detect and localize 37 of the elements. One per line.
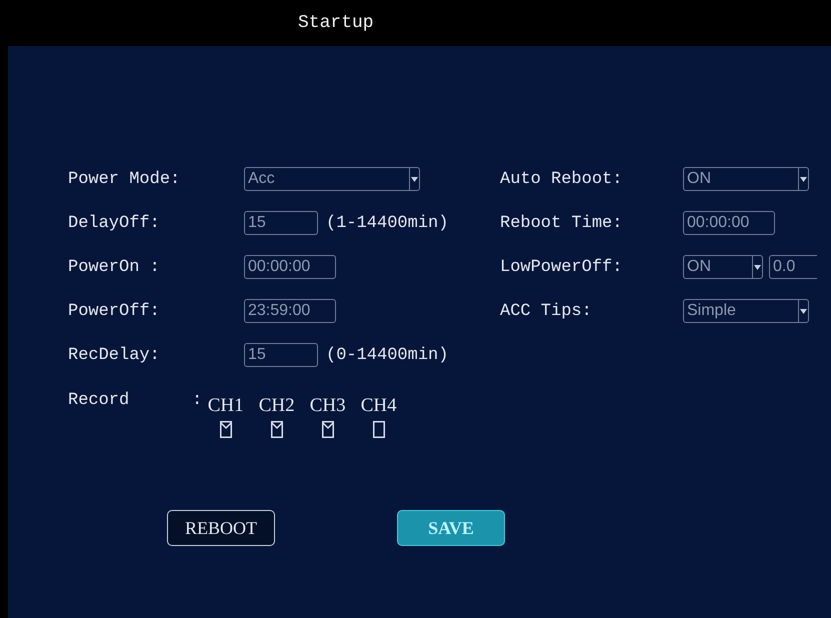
input-field[interactable]: 15 bbox=[244, 211, 318, 235]
time-field[interactable]: 00:00:00 bbox=[244, 255, 336, 279]
field-label: DelayOff: bbox=[68, 214, 161, 232]
channel-label: CH4 bbox=[360, 395, 397, 417]
field-label: PowerOff: bbox=[68, 302, 161, 320]
input-field[interactable]: 0.0 bbox=[769, 255, 817, 279]
field-label: ACC Tips: bbox=[500, 302, 593, 320]
checkbox[interactable] bbox=[220, 421, 232, 438]
channel-label: CH1 bbox=[208, 395, 244, 417]
window-title: Startup bbox=[298, 13, 374, 33]
field-label: Record bbox=[68, 391, 130, 410]
channel-label: CH2 bbox=[258, 395, 295, 417]
reboot-button[interactable]: REBOOT bbox=[167, 510, 275, 546]
input-field[interactable]: 15 bbox=[244, 343, 318, 367]
time-field[interactable]: 23:59:00 bbox=[244, 299, 336, 323]
checkbox[interactable] bbox=[372, 421, 385, 438]
checkbox[interactable] bbox=[270, 421, 283, 438]
caret-icon bbox=[798, 300, 808, 322]
dropdown[interactable]: Acc bbox=[244, 167, 420, 191]
range-hint: (0-14400min) bbox=[326, 346, 448, 364]
field-label: Power Mode: bbox=[68, 170, 182, 188]
caret-icon bbox=[409, 168, 419, 190]
dropdown[interactable]: ON bbox=[683, 255, 763, 279]
field-label: LowPowerOff: bbox=[500, 258, 624, 276]
field-label: PowerOn : bbox=[68, 258, 161, 276]
time-field[interactable]: 00:00:00 bbox=[683, 211, 775, 235]
caret-icon bbox=[798, 168, 808, 190]
field-label: RecDelay: bbox=[68, 346, 161, 364]
dropdown[interactable]: ON bbox=[683, 167, 809, 191]
dropdown[interactable]: Simple bbox=[683, 299, 809, 323]
field-label: Reboot Time: bbox=[500, 214, 624, 232]
channel-label: CH3 bbox=[310, 395, 346, 417]
field-label: Auto Reboot: bbox=[500, 170, 624, 188]
checkbox[interactable] bbox=[322, 421, 334, 438]
caret-icon bbox=[752, 256, 762, 278]
range-hint: (1-14400min) bbox=[326, 214, 448, 232]
colon: : bbox=[192, 391, 202, 410]
